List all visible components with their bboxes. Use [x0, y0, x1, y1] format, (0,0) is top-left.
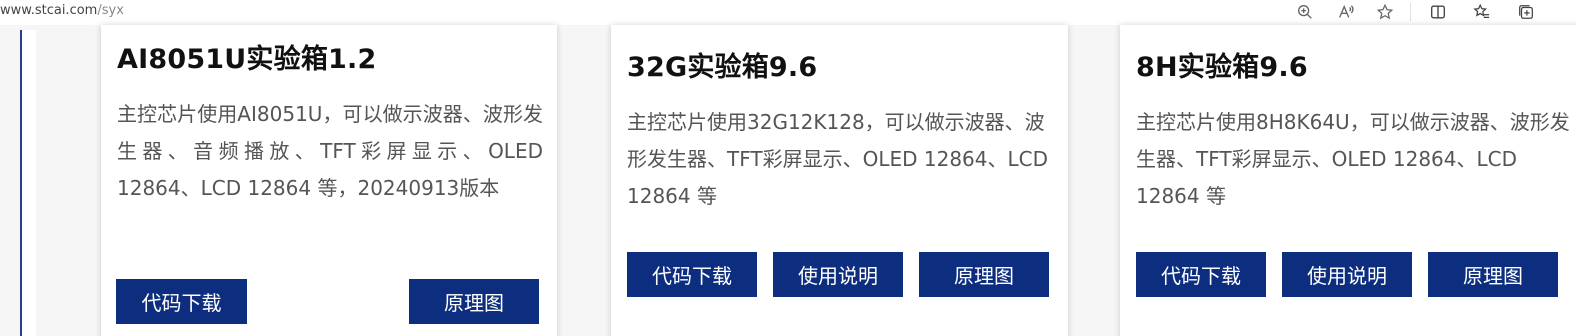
- schematic-button[interactable]: 原理图: [919, 252, 1049, 297]
- code-download-button[interactable]: 代码下载: [627, 252, 757, 297]
- left-panel: [22, 30, 36, 336]
- favorite-star-icon[interactable]: [1373, 1, 1397, 23]
- user-guide-button[interactable]: 使用说明: [1282, 252, 1412, 297]
- split-screen-icon[interactable]: [1426, 1, 1450, 23]
- read-aloud-icon[interactable]: [1334, 1, 1358, 23]
- schematic-button[interactable]: 原理图: [409, 279, 539, 324]
- address-bar[interactable]: www.stcai.com/syx: [0, 3, 124, 18]
- toolbar-divider: [1410, 3, 1411, 21]
- product-card-32g: 32G实验箱9.6 主控芯片使用32G12K128，可以做示波器、波形发生器、T…: [611, 25, 1068, 336]
- zoom-icon[interactable]: [1293, 1, 1317, 23]
- card-description: 主控芯片使用AI8051U，可以做示波器、波形发生器、音频播放、TFT彩屏显示、…: [117, 102, 543, 200]
- url-host: www.stcai.com: [0, 3, 98, 18]
- collections-icon[interactable]: [1514, 1, 1538, 23]
- product-card-ai8051u: AI8051U实验箱1.2 主控芯片使用AI8051U，可以做示波器、波形发生器…: [101, 25, 557, 336]
- code-download-button[interactable]: 代码下载: [116, 279, 247, 324]
- card-title: 32G实验箱9.6: [627, 52, 818, 83]
- card-description: 主控芯片使用8H8K64U，可以做示波器、波形发生器、TFT彩屏显示、OLED …: [1136, 110, 1570, 208]
- code-download-button[interactable]: 代码下载: [1136, 252, 1266, 297]
- card-title: AI8051U实验箱1.2: [117, 44, 377, 75]
- browser-toolbar: www.stcai.com/syx: [0, 0, 1576, 25]
- url-path: /syx: [97, 3, 124, 18]
- card-description: 主控芯片使用32G12K128，可以做示波器、波形发生器、TFT彩屏显示、OLE…: [627, 110, 1048, 208]
- card-title: 8H实验箱9.6: [1136, 52, 1308, 83]
- favorites-icon[interactable]: [1470, 1, 1494, 23]
- product-card-8h: 8H实验箱9.6 主控芯片使用8H8K64U，可以做示波器、波形发生器、TFT彩…: [1120, 25, 1576, 336]
- user-guide-button[interactable]: 使用说明: [773, 252, 903, 297]
- schematic-button[interactable]: 原理图: [1428, 252, 1558, 297]
